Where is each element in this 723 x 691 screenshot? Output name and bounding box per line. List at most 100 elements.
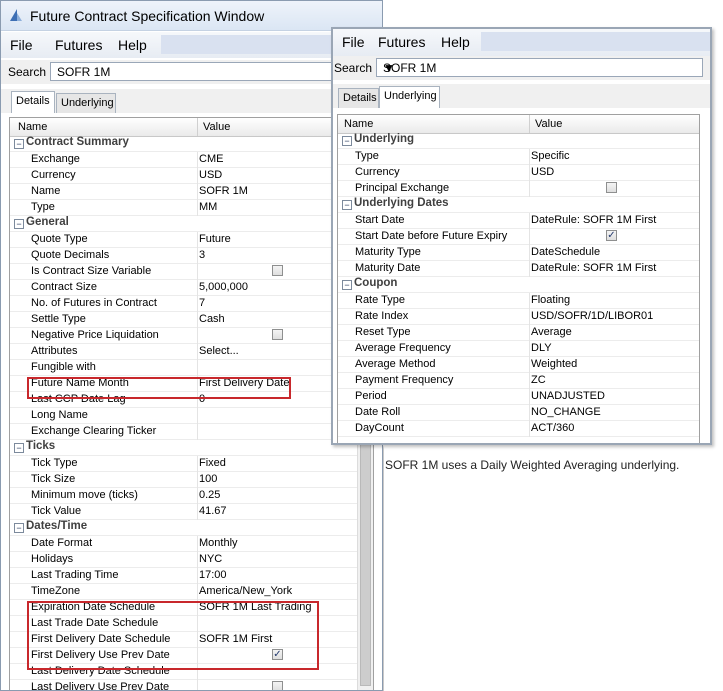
checkbox-unchecked[interactable]	[272, 265, 283, 276]
property-value[interactable]: NO_CHANGE	[531, 406, 601, 418]
property-value[interactable]: 5,000,000	[199, 281, 248, 293]
menu-help[interactable]: Help	[118, 37, 147, 53]
property-row[interactable]: Tick Type Fixed	[10, 456, 358, 472]
property-row[interactable]: Fungible with	[10, 360, 358, 376]
dropdown-arrow-icon[interactable]: ▼	[383, 61, 698, 75]
property-value[interactable]: DateRule: SOFR 1M First	[531, 262, 656, 274]
tab-details-2[interactable]: Details	[338, 88, 379, 108]
collapse-icon[interactable]: −	[14, 523, 24, 533]
property-value[interactable]: SOFR 1M	[199, 185, 248, 197]
property-row[interactable]: Last Delivery Use Prev Date	[10, 680, 358, 690]
tab-details[interactable]: Details	[11, 91, 55, 113]
property-value[interactable]: ZC	[531, 374, 546, 386]
category-row[interactable]: − General	[10, 216, 358, 232]
property-value[interactable]: America/New_York	[199, 585, 292, 597]
property-row[interactable]: Negative Price Liquidation	[10, 328, 358, 344]
category-row[interactable]: − Underlying	[338, 133, 699, 149]
property-value[interactable]: MM	[199, 201, 217, 213]
category-row[interactable]: − Underlying Dates	[338, 197, 699, 213]
checkbox-unchecked[interactable]	[272, 681, 283, 690]
property-value[interactable]: 0.25	[199, 489, 220, 501]
menu-futures-2[interactable]: Futures	[378, 34, 425, 50]
search-input-2[interactable]: SOFR 1M ▼	[376, 58, 703, 77]
property-row[interactable]: Payment Frequency ZC	[338, 373, 699, 389]
collapse-icon[interactable]: −	[342, 200, 352, 210]
collapse-icon[interactable]: −	[14, 139, 24, 149]
tab-underlying[interactable]: Underlying	[56, 93, 116, 113]
property-value[interactable]: DLY	[531, 342, 552, 354]
property-value[interactable]: NYC	[199, 553, 222, 565]
title-bar[interactable]: Future Contract Specification Window	[1, 1, 382, 31]
property-value[interactable]: CME	[199, 153, 223, 165]
checkbox-unchecked[interactable]	[272, 329, 283, 340]
property-row[interactable]: Start Date before Future Expiry ✓	[338, 229, 699, 245]
property-value[interactable]: Specific	[531, 150, 570, 162]
collapse-icon[interactable]: −	[342, 136, 352, 146]
property-value[interactable]: USD	[531, 166, 554, 178]
property-row[interactable]: Currency USD	[10, 168, 358, 184]
property-row[interactable]: Tick Value 41.67	[10, 504, 358, 520]
property-value[interactable]: DateRule: SOFR 1M First	[531, 214, 656, 226]
property-value[interactable]: ACT/360	[531, 422, 574, 434]
property-value[interactable]: DateSchedule	[531, 246, 600, 258]
checkbox-checked[interactable]: ✓	[606, 230, 617, 241]
property-row[interactable]: Tick Size 100	[10, 472, 358, 488]
column-value-header-2[interactable]: Value	[535, 118, 562, 130]
property-value[interactable]: 100	[199, 473, 217, 485]
category-row[interactable]: − Contract Summary	[10, 136, 358, 152]
property-row[interactable]: TimeZone America/New_York	[10, 584, 358, 600]
property-row[interactable]: Holidays NYC	[10, 552, 358, 568]
column-name-header-2[interactable]: Name	[344, 118, 373, 130]
property-row[interactable]: Principal Exchange	[338, 181, 699, 197]
property-row[interactable]: Exchange Clearing Ticker	[10, 424, 358, 440]
category-row[interactable]: − Coupon	[338, 277, 699, 293]
property-value[interactable]: Average	[531, 326, 572, 338]
property-row[interactable]: Date Roll NO_CHANGE	[338, 405, 699, 421]
property-row[interactable]: Exchange CME	[10, 152, 358, 168]
menu-futures[interactable]: Futures	[55, 37, 102, 53]
property-value[interactable]: 7	[199, 297, 205, 309]
column-value-header[interactable]: Value	[203, 121, 230, 133]
property-row[interactable]: Rate Index USD/SOFR/1D/LIBOR01	[338, 309, 699, 325]
tab-underlying-2[interactable]: Underlying	[379, 86, 440, 108]
property-row[interactable]: Average Frequency DLY	[338, 341, 699, 357]
category-row[interactable]: − Ticks	[10, 440, 358, 456]
property-row[interactable]: Attributes Select...	[10, 344, 358, 360]
property-value[interactable]: Fixed	[199, 457, 226, 469]
property-row[interactable]: DayCount ACT/360	[338, 421, 699, 437]
property-row[interactable]: Maturity Type DateSchedule	[338, 245, 699, 261]
property-row[interactable]: Start Date DateRule: SOFR 1M First	[338, 213, 699, 229]
property-row[interactable]: Type Specific	[338, 149, 699, 165]
collapse-icon[interactable]: −	[14, 219, 24, 229]
property-row[interactable]: Name SOFR 1M	[10, 184, 358, 200]
property-row[interactable]: No. of Futures in Contract 7	[10, 296, 358, 312]
property-value[interactable]: UNADJUSTED	[531, 390, 605, 402]
property-row[interactable]: Last Trading Time 17:00	[10, 568, 358, 584]
collapse-icon[interactable]: −	[14, 443, 24, 453]
property-row[interactable]: Is Contract Size Variable	[10, 264, 358, 280]
property-row[interactable]: Contract Size 5,000,000	[10, 280, 358, 296]
menu-file[interactable]: File	[10, 37, 33, 53]
property-row[interactable]: Minimum move (ticks) 0.25	[10, 488, 358, 504]
property-row[interactable]: Long Name	[10, 408, 358, 424]
menu-help-2[interactable]: Help	[441, 34, 470, 50]
property-value[interactable]: USD	[199, 169, 222, 181]
property-value[interactable]: Floating	[531, 294, 570, 306]
property-row[interactable]: Quote Type Future	[10, 232, 358, 248]
property-row[interactable]: Maturity Date DateRule: SOFR 1M First	[338, 261, 699, 277]
property-row[interactable]: Date Format Monthly	[10, 536, 358, 552]
property-value[interactable]: Future	[199, 233, 231, 245]
checkbox-unchecked[interactable]	[606, 182, 617, 193]
property-row[interactable]: Quote Decimals 3	[10, 248, 358, 264]
property-value[interactable]: 41.67	[199, 505, 227, 517]
property-value[interactable]: 3	[199, 249, 205, 261]
property-value[interactable]: Monthly	[199, 537, 238, 549]
property-value[interactable]: USD/SOFR/1D/LIBOR01	[531, 310, 653, 322]
collapse-icon[interactable]: −	[342, 280, 352, 290]
property-value[interactable]: 17:00	[199, 569, 227, 581]
property-value[interactable]: Weighted	[531, 358, 577, 370]
property-row[interactable]: Type MM	[10, 200, 358, 216]
column-name-header[interactable]: Name	[18, 121, 47, 133]
menu-file-2[interactable]: File	[342, 34, 365, 50]
property-row[interactable]: Settle Type Cash	[10, 312, 358, 328]
